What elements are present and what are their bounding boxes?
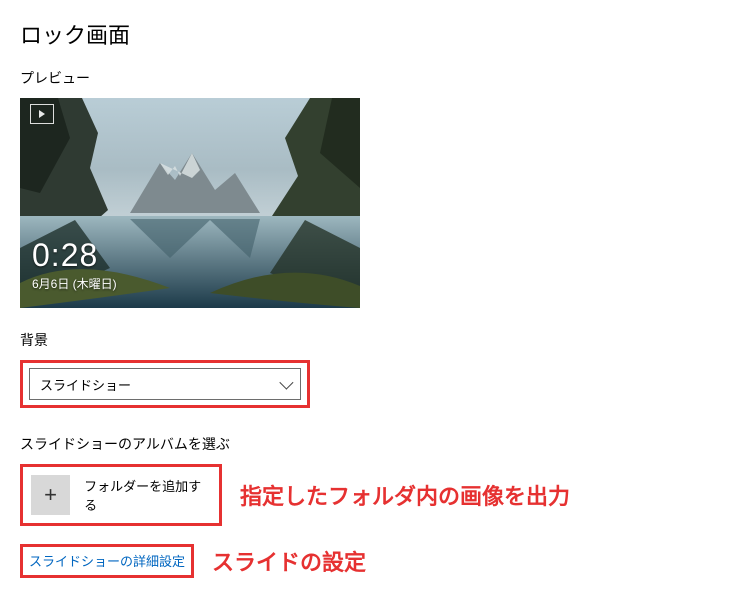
preview-date: 6月6日 (木曜日) <box>32 275 117 292</box>
highlight-dropdown: スライドショー <box>20 360 310 408</box>
add-folder-label: フォルダーを追加する <box>84 476 211 514</box>
chevron-down-icon <box>279 376 293 390</box>
background-label: 背景 <box>20 330 733 350</box>
add-folder-button[interactable]: + フォルダーを追加する <box>31 475 211 515</box>
plus-icon: + <box>31 475 70 515</box>
annotation-folder: 指定したフォルダ内の画像を出力 <box>240 479 570 511</box>
highlight-add-folder: + フォルダーを追加する <box>20 464 222 526</box>
lockscreen-preview: 0:28 6月6日 (木曜日) <box>20 98 360 308</box>
advanced-settings-link[interactable]: スライドショーの詳細設定 <box>29 554 185 569</box>
background-dropdown[interactable]: スライドショー <box>29 368 301 400</box>
page-title: ロック画面 <box>20 18 733 50</box>
highlight-advanced-link: スライドショーの詳細設定 <box>20 544 194 578</box>
annotation-advanced: スライドの設定 <box>212 545 366 577</box>
preview-label: プレビュー <box>20 68 733 88</box>
preview-time: 0:28 <box>32 239 117 271</box>
clock-overlay: 0:28 6月6日 (木曜日) <box>32 239 117 292</box>
slideshow-icon <box>30 104 54 124</box>
background-selected: スライドショー <box>40 375 131 394</box>
album-label: スライドショーのアルバムを選ぶ <box>20 434 733 454</box>
